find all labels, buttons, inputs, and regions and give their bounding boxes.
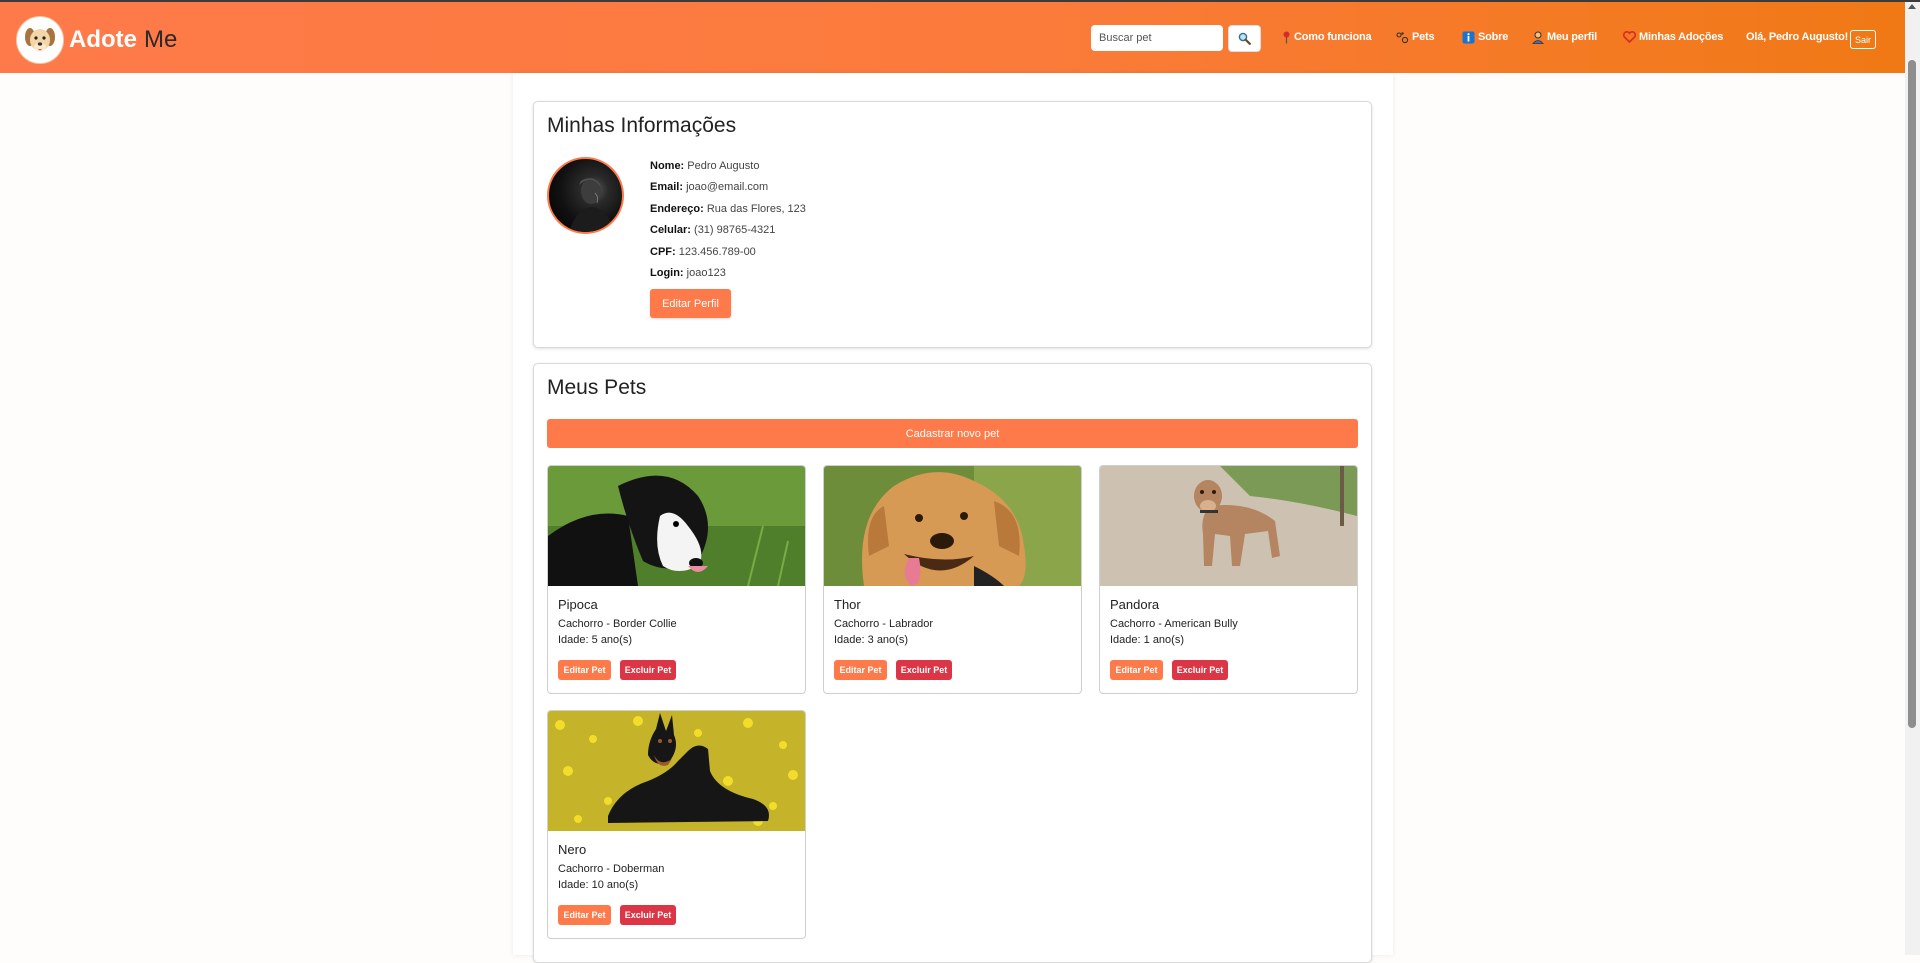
navbar: Adote Me Como funciona Pets Sobre Meu per… xyxy=(0,2,1905,73)
pet-card: Nero Cachorro - Doberman Idade: 10 ano(s… xyxy=(547,710,806,939)
logout-button[interactable]: Sair xyxy=(1850,30,1876,49)
pets-title: Meus Pets xyxy=(547,376,647,399)
brand-name-bold: Adote xyxy=(69,26,137,53)
pet-card: Pandora Cachorro - American Bully Idade:… xyxy=(1099,465,1358,694)
edit-pet-button[interactable]: Editar Pet xyxy=(1110,660,1163,680)
profile-section: Minhas Informações Nome: Pedro Augusto E… xyxy=(533,101,1372,348)
profile-email-row: Email: joao@email.com xyxy=(650,181,769,194)
pet-card: Thor Cachorro - Labrador Idade: 3 ano(s)… xyxy=(823,465,1082,694)
scrollbar-thumb[interactable] xyxy=(1908,60,1916,728)
edit-pet-button[interactable]: Editar Pet xyxy=(834,660,887,680)
nav-label: Como funciona xyxy=(1294,31,1372,43)
profile-info-list: Nome: Pedro Augusto Email: joao@email.co… xyxy=(650,159,806,287)
pet-photo xyxy=(548,466,805,586)
user-icon xyxy=(1532,31,1544,44)
nav-meu-perfil[interactable]: Meu perfil xyxy=(1532,29,1597,45)
pet-name: Thor xyxy=(834,597,861,612)
search-input[interactable] xyxy=(1091,25,1223,51)
dog-logo-icon xyxy=(16,16,64,64)
search-button[interactable] xyxy=(1228,25,1261,52)
nav-label: Pets xyxy=(1412,31,1435,43)
nav-pets[interactable]: Pets xyxy=(1396,29,1435,45)
nav-label: Meu perfil xyxy=(1547,31,1597,43)
pet-photo xyxy=(1100,466,1357,586)
delete-pet-button[interactable]: Excluir Pet xyxy=(620,905,676,925)
pet-card: Pipoca Cachorro - Border Collie Idade: 5… xyxy=(547,465,806,694)
brand-name-rest: Me xyxy=(144,26,178,53)
scroll-up-arrow-icon[interactable] xyxy=(1908,4,1916,9)
pet-name: Pipoca xyxy=(558,597,598,612)
add-pet-button[interactable]: Cadastrar novo pet xyxy=(547,419,1358,448)
pet-age: Idade: 10 ano(s) xyxy=(558,879,639,891)
info-icon xyxy=(1462,31,1475,44)
paw-icon xyxy=(1396,31,1409,44)
avatar xyxy=(547,157,624,234)
pet-breed: Cachorro - American Bully xyxy=(1110,618,1238,630)
nav-label: Sobre xyxy=(1478,31,1509,43)
edit-pet-button[interactable]: Editar Pet xyxy=(558,660,611,680)
pet-breed: Cachorro - Labrador xyxy=(834,618,934,630)
profile-cpf-row: CPF: 123.456.789-00 xyxy=(650,245,756,258)
pet-breed: Cachorro - Border Collie xyxy=(558,618,677,630)
pet-age: Idade: 3 ano(s) xyxy=(834,634,908,646)
profile-phone-row: Celular: (31) 98765-4321 xyxy=(650,224,776,237)
pet-name: Nero xyxy=(558,842,587,857)
pet-name: Pandora xyxy=(1110,597,1160,612)
nav-sobre[interactable]: Sobre xyxy=(1462,29,1508,45)
nav-label: Minhas Adoções xyxy=(1639,31,1724,43)
my-pets-section: Meus Pets Cadastrar novo pet Pipoca Cach… xyxy=(533,363,1372,963)
main-container: Minhas Informações Nome: Pedro Augusto E… xyxy=(513,73,1393,963)
pet-breed: Cachorro - Doberman xyxy=(558,863,665,875)
nav-minhas-adocoes[interactable]: Minhas Adoções xyxy=(1623,29,1723,45)
delete-pet-button[interactable]: Excluir Pet xyxy=(1172,660,1228,680)
pet-photo xyxy=(824,466,1081,586)
edit-profile-button[interactable]: Editar Perfil xyxy=(650,289,731,318)
pet-age: Idade: 5 ano(s) xyxy=(558,634,632,646)
delete-pet-button[interactable]: Excluir Pet xyxy=(620,660,676,680)
profile-login-row: Login: joao123 xyxy=(650,266,726,279)
search-icon xyxy=(1238,32,1251,45)
profile-title: Minhas Informações xyxy=(547,114,737,137)
heart-icon xyxy=(1623,31,1636,43)
pet-age: Idade: 1 ano(s) xyxy=(1110,634,1184,646)
pet-photo xyxy=(548,711,805,831)
brand[interactable]: Adote Me xyxy=(16,16,177,64)
pin-icon xyxy=(1282,31,1291,44)
nav-como-funciona[interactable]: Como funciona xyxy=(1282,29,1372,45)
user-greeting: Olá, Pedro Augusto! xyxy=(1746,31,1849,43)
profile-address-row: Endereço: Rua das Flores, 123 xyxy=(650,202,806,215)
profile-name-row: Nome: Pedro Augusto xyxy=(650,160,760,172)
edit-pet-button[interactable]: Editar Pet xyxy=(558,905,611,925)
delete-pet-button[interactable]: Excluir Pet xyxy=(896,660,952,680)
